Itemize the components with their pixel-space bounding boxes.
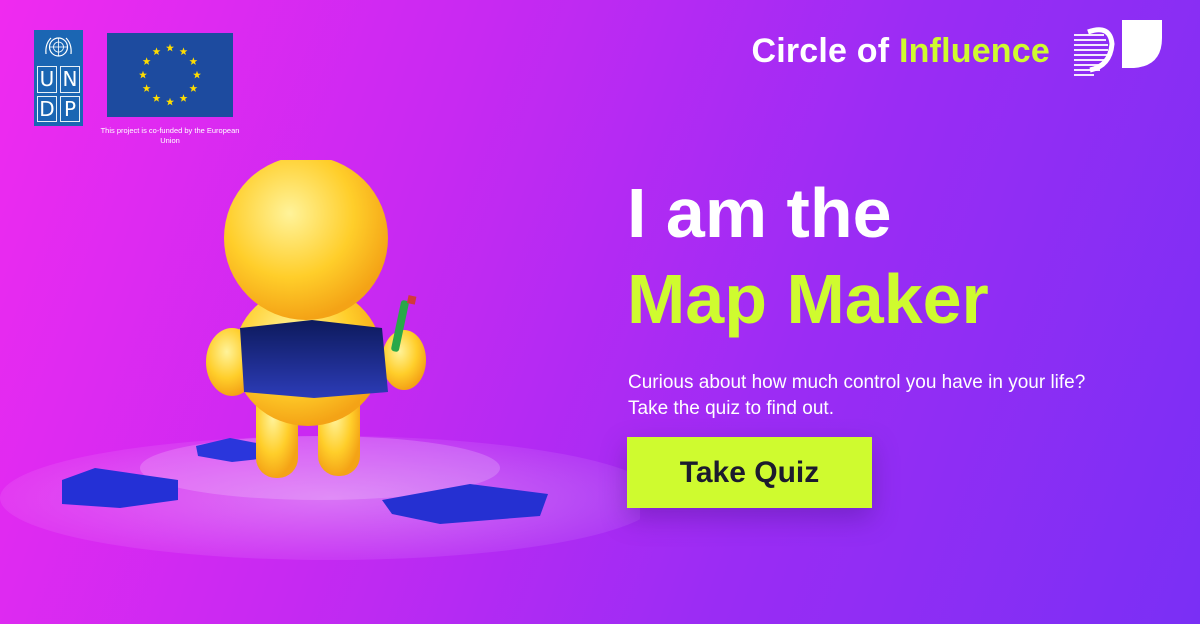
headline-line-1: I am the <box>627 174 892 252</box>
undp-letter: D <box>37 95 57 122</box>
eu-star <box>142 57 151 65</box>
headline: I am the Map Maker <box>627 170 989 342</box>
brand-prefix: Circle of <box>751 32 899 70</box>
map-maker-illustration <box>0 160 640 560</box>
eu-star <box>166 97 174 106</box>
character-arm-right <box>382 330 426 390</box>
take-quiz-button[interactable]: Take Quiz <box>627 437 872 508</box>
quiz-description: Curious about how much control you have … <box>628 372 1086 419</box>
undp-letters: U N D P <box>34 64 83 124</box>
eu-flag-icon <box>107 33 233 117</box>
quiz-banner: U N D P This project is co-funded by the… <box>0 0 1200 624</box>
undp-letter: U <box>37 66 57 93</box>
eu-star <box>189 84 198 92</box>
eu-star <box>142 84 151 92</box>
eu-star <box>189 57 198 65</box>
brand-mark-icon <box>1074 20 1162 76</box>
undp-letter: P <box>60 95 80 122</box>
eu-star <box>139 70 147 79</box>
eu-star <box>193 70 201 79</box>
eu-star <box>179 94 188 102</box>
undp-logo: U N D P <box>34 30 83 126</box>
un-emblem-icon <box>45 37 72 57</box>
eu-star <box>166 43 174 52</box>
eu-funding-caption: This project is co-funded by the Europea… <box>100 126 240 145</box>
eu-stars <box>139 43 201 106</box>
undp-letter: N <box>60 66 80 93</box>
headline-line-2: Map Maker <box>627 260 989 338</box>
eu-star <box>152 47 161 56</box>
eu-star <box>152 94 161 102</box>
character-head <box>224 160 388 320</box>
brand-accent: Influence <box>898 32 1050 70</box>
eu-star <box>179 47 188 56</box>
held-map <box>240 320 388 398</box>
brand-title: Circle of Influence <box>751 32 1050 71</box>
